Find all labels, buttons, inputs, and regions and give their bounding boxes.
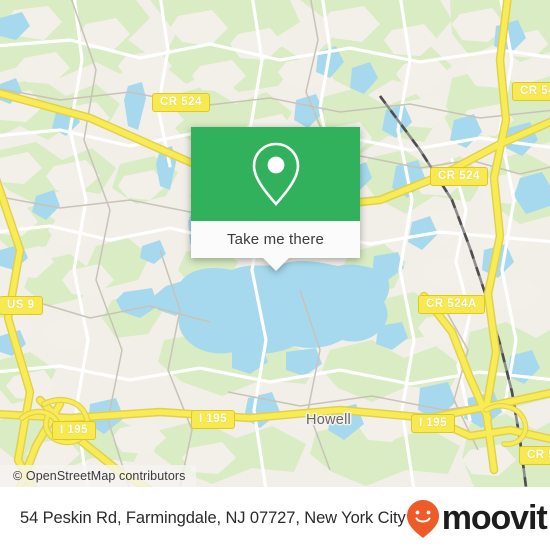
map-canvas[interactable]: CR 524 CR 547 CR 524 CR 524A I 195 I 195… [0, 0, 550, 487]
road-shield-cr524-east: CR 524 [430, 167, 488, 187]
take-me-there-button[interactable]: Take me there [227, 231, 324, 248]
road-shield-us9: US 9 [0, 296, 43, 316]
road-shield-i195-east: I 195 [411, 414, 456, 434]
road-shield-cr524-north: CR 524 [152, 93, 210, 113]
address-text: 54 Peskin Rd, Farmingdale, NJ 07727, New… [20, 509, 406, 527]
popup-tail-arrow [262, 258, 289, 271]
map-pin-icon [250, 141, 302, 207]
road-shield-cr54-corner: CR 54 [519, 446, 550, 466]
popup-footer[interactable]: Take me there [191, 221, 360, 258]
osm-attribution[interactable]: © OpenStreetMap contributors [0, 465, 196, 487]
footer-bar: 54 Peskin Rd, Farmingdale, NJ 07727, New… [0, 487, 550, 550]
road-shield-cr547: CR 547 [512, 82, 550, 102]
moovit-wordmark: moovit [441, 499, 548, 538]
moovit-smiley-pin-icon [406, 499, 440, 539]
map-screenshot-root: CR 524 CR 547 CR 524 CR 524A I 195 I 195… [0, 0, 550, 550]
moovit-logo[interactable]: moovit [406, 499, 548, 539]
popup-header [191, 127, 360, 221]
location-popup-card[interactable]: Take me there [191, 127, 360, 271]
road-shield-i195-ramp: I 195 [52, 421, 97, 441]
road-shield-cr524a: CR 524A [418, 295, 485, 315]
place-label-howell: Howell [306, 412, 352, 428]
road-shield-i195-west: I 195 [191, 410, 236, 430]
osm-attribution-text: © OpenStreetMap contributors [13, 469, 186, 483]
